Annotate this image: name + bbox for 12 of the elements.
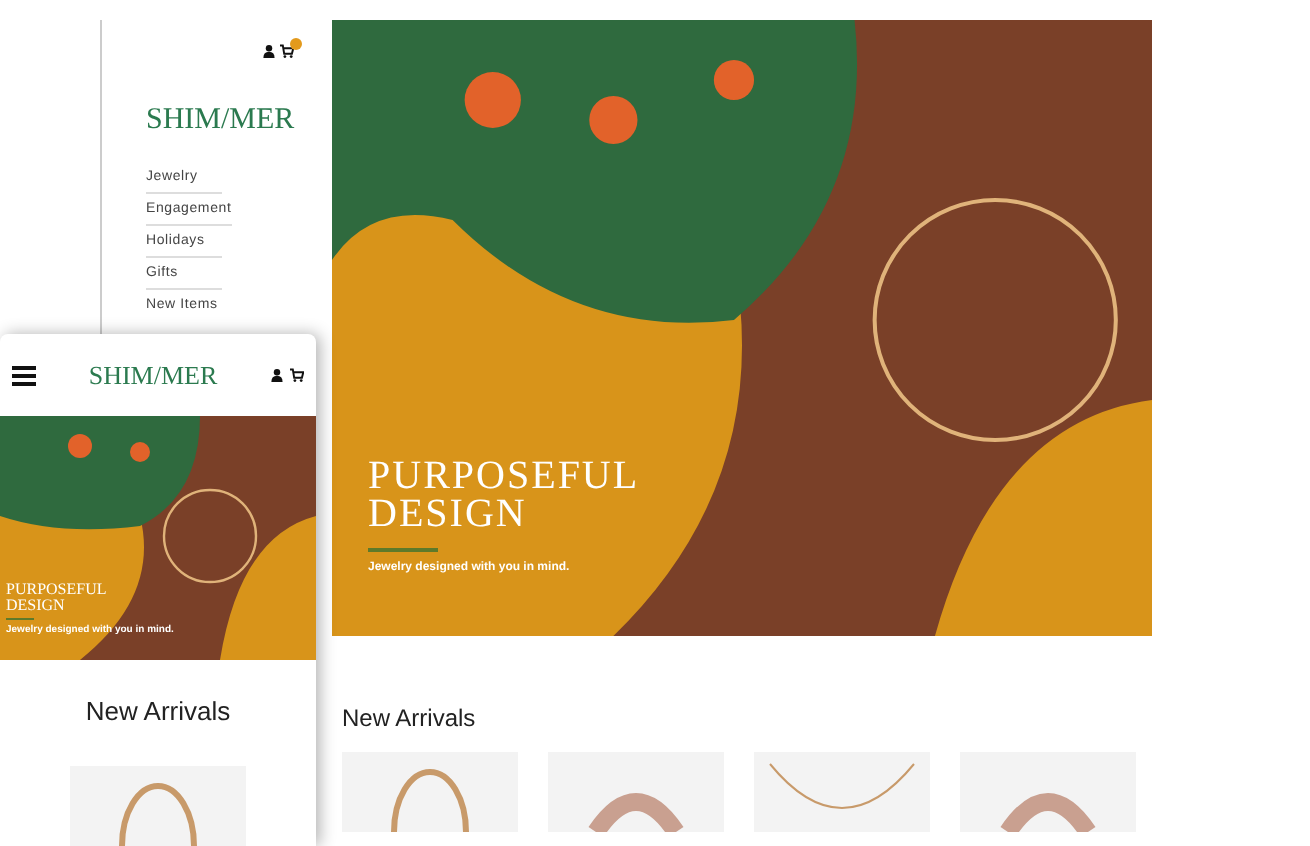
logo[interactable]: SHIM/MER (146, 104, 326, 138)
cart-icon[interactable] (289, 368, 304, 382)
user-icon[interactable] (262, 44, 276, 58)
cart-badge (290, 38, 302, 50)
cart-icon[interactable] (280, 44, 294, 58)
logo[interactable]: SHIM/MER (88, 359, 218, 391)
section-heading: New Arrivals (83, 696, 233, 726)
hero-title: PURPOSEFUL DESIGN (368, 458, 640, 534)
hero-title: PURPOSEFUL DESIGN (6, 582, 109, 614)
section-heading: New Arrivals (342, 704, 478, 732)
menu-icon[interactable] (12, 365, 36, 385)
user-icon[interactable] (269, 368, 284, 382)
